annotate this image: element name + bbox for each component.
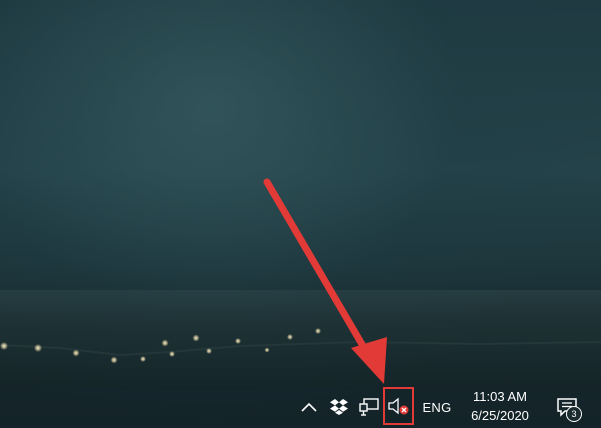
volume-muted-button[interactable] [383,387,414,425]
clock[interactable]: 11:03 AM 6/25/2020 [462,386,538,426]
chevron-up-icon[interactable] [298,396,320,418]
action-center-button[interactable]: 3 [552,392,582,422]
network-icon[interactable] [357,396,381,418]
clock-date: 6/25/2020 [471,408,529,423]
speaker-muted-icon [387,397,408,415]
dropbox-icon[interactable] [328,396,350,418]
language-indicator[interactable]: ENG [420,398,454,416]
clock-time: 11:03 AM [473,389,527,404]
shoreline-lights [0,328,601,364]
notification-count-badge: 3 [566,406,582,422]
